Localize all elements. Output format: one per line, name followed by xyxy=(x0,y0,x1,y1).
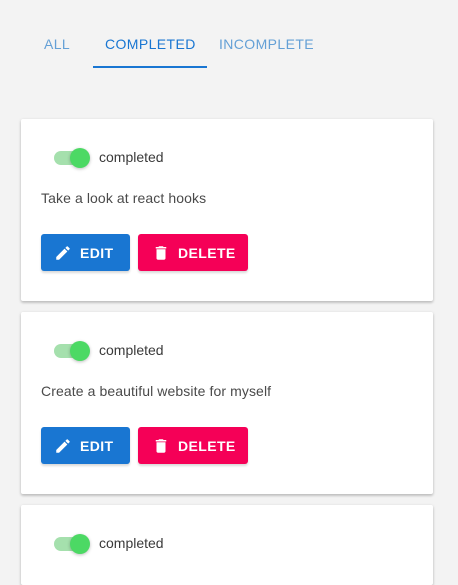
delete-button-label: DELETE xyxy=(178,437,236,454)
filter-tabs: ALL COMPLETED INCOMPLETE xyxy=(0,0,458,70)
toggle-label: completed xyxy=(99,535,164,551)
tab-incomplete[interactable]: INCOMPLETE xyxy=(219,36,314,70)
toggle-thumb xyxy=(70,534,90,554)
delete-button-label: DELETE xyxy=(178,244,236,261)
edit-button[interactable]: EDIT xyxy=(41,234,130,271)
edit-button[interactable]: EDIT xyxy=(41,427,130,464)
delete-button[interactable]: DELETE xyxy=(138,234,248,271)
trash-icon xyxy=(155,438,167,453)
task-card: completed Take a look at react hooks EDI… xyxy=(21,119,433,301)
toggle-thumb xyxy=(70,148,90,168)
task-text: Take a look at react hooks xyxy=(41,190,207,206)
toggle-label: completed xyxy=(99,342,164,358)
delete-button[interactable]: DELETE xyxy=(138,427,248,464)
completed-toggle[interactable] xyxy=(54,148,90,168)
tab-all[interactable]: ALL xyxy=(44,36,70,70)
task-card: completed Create a beautiful website for… xyxy=(21,312,433,494)
task-card: completed xyxy=(21,505,433,585)
edit-button-label: EDIT xyxy=(80,244,114,261)
tab-completed[interactable]: COMPLETED xyxy=(105,36,196,70)
task-text: Create a beautiful website for myself xyxy=(41,383,272,399)
pencil-icon xyxy=(56,245,70,260)
completed-toggle[interactable] xyxy=(54,341,90,361)
toggle-label: completed xyxy=(99,149,164,165)
active-tab-indicator xyxy=(93,66,207,68)
pencil-icon xyxy=(56,438,70,453)
completed-toggle[interactable] xyxy=(54,534,90,554)
edit-button-label: EDIT xyxy=(80,437,114,454)
trash-icon xyxy=(155,245,167,260)
toggle-thumb xyxy=(70,341,90,361)
